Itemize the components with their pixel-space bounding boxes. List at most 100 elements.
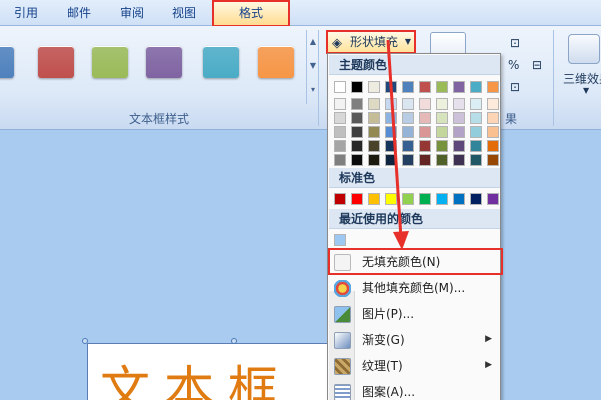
color-swatch[interactable] bbox=[402, 98, 414, 110]
color-swatch[interactable] bbox=[368, 98, 380, 110]
color-swatch[interactable] bbox=[487, 154, 499, 166]
3d-effects-label[interactable]: 三维效果 bbox=[563, 70, 601, 87]
color-swatch[interactable] bbox=[487, 98, 499, 110]
shape-style-swatch[interactable] bbox=[258, 46, 294, 78]
color-swatch[interactable] bbox=[470, 140, 482, 152]
color-swatch[interactable] bbox=[453, 98, 465, 110]
tab-review[interactable]: 审阅 bbox=[120, 5, 144, 21]
color-swatch[interactable] bbox=[487, 81, 499, 93]
color-swatch[interactable] bbox=[402, 126, 414, 138]
shape-style-swatch[interactable] bbox=[38, 46, 74, 78]
chevron-down-icon[interactable]: ▼ bbox=[583, 86, 589, 95]
color-swatch[interactable] bbox=[351, 140, 363, 152]
color-swatch[interactable] bbox=[385, 112, 397, 124]
color-swatch[interactable] bbox=[402, 81, 414, 93]
color-swatch[interactable] bbox=[351, 81, 363, 93]
color-swatch[interactable] bbox=[453, 126, 465, 138]
color-swatch[interactable] bbox=[351, 126, 363, 138]
color-swatch[interactable] bbox=[436, 193, 448, 205]
shape-style-swatch[interactable] bbox=[92, 46, 128, 78]
color-swatch[interactable] bbox=[419, 98, 431, 110]
color-swatch[interactable] bbox=[351, 193, 363, 205]
color-swatch[interactable] bbox=[368, 81, 380, 93]
color-swatch[interactable] bbox=[385, 98, 397, 110]
color-swatch[interactable] bbox=[436, 126, 448, 138]
color-swatch[interactable] bbox=[351, 98, 363, 110]
color-swatch[interactable] bbox=[487, 193, 499, 205]
color-swatch[interactable] bbox=[368, 112, 380, 124]
color-swatch[interactable] bbox=[453, 140, 465, 152]
color-swatch[interactable] bbox=[385, 193, 397, 205]
color-swatch[interactable] bbox=[385, 154, 397, 166]
color-swatch[interactable] bbox=[334, 193, 346, 205]
nudge-shadow-up-icon[interactable]: ⊡ bbox=[510, 36, 520, 50]
color-swatch[interactable] bbox=[402, 154, 414, 166]
tab-view[interactable]: 视图 bbox=[172, 5, 196, 21]
color-swatch[interactable] bbox=[351, 112, 363, 124]
color-swatch[interactable] bbox=[385, 81, 397, 93]
color-swatch[interactable] bbox=[334, 98, 346, 110]
menu-item-more-fill-colors[interactable]: 其他填充颜色(M)... bbox=[329, 276, 500, 301]
color-swatch[interactable] bbox=[487, 112, 499, 124]
color-swatch[interactable] bbox=[334, 81, 346, 93]
color-swatch[interactable] bbox=[470, 81, 482, 93]
color-swatch[interactable] bbox=[334, 126, 346, 138]
menu-item-pattern[interactable]: 图案(A)... bbox=[329, 380, 500, 400]
color-swatch[interactable] bbox=[470, 154, 482, 166]
shape-style-swatch[interactable] bbox=[146, 46, 182, 78]
color-swatch[interactable] bbox=[334, 112, 346, 124]
nudge-shadow-right-icon[interactable]: ⊟ bbox=[532, 58, 542, 72]
tab-mailings[interactable]: 邮件 bbox=[67, 5, 91, 21]
color-swatch[interactable] bbox=[402, 140, 414, 152]
color-swatch[interactable] bbox=[351, 154, 363, 166]
color-swatch[interactable] bbox=[436, 98, 448, 110]
color-swatch[interactable] bbox=[334, 234, 346, 246]
color-swatch[interactable] bbox=[436, 81, 448, 93]
3d-effects-icon[interactable] bbox=[568, 34, 600, 64]
color-swatch[interactable] bbox=[453, 81, 465, 93]
color-swatch[interactable] bbox=[436, 112, 448, 124]
shape-style-swatch[interactable] bbox=[203, 46, 239, 78]
menu-item-gradient[interactable]: 渐变(G) ▶ bbox=[329, 328, 500, 353]
color-swatch[interactable] bbox=[419, 81, 431, 93]
color-swatch[interactable] bbox=[334, 140, 346, 152]
color-swatch[interactable] bbox=[419, 126, 431, 138]
resize-handle[interactable] bbox=[82, 338, 88, 344]
paint-bucket-icon: ◈ bbox=[332, 36, 342, 51]
color-swatch[interactable] bbox=[470, 126, 482, 138]
resize-handle[interactable] bbox=[231, 338, 237, 344]
pattern-icon bbox=[334, 384, 351, 400]
color-swatch[interactable] bbox=[368, 126, 380, 138]
nudge-shadow-left-icon[interactable]: % bbox=[508, 58, 519, 72]
color-swatch[interactable] bbox=[419, 193, 431, 205]
color-swatch[interactable] bbox=[334, 154, 346, 166]
shape-fill-button[interactable]: ◈ 形状填充 ▼ bbox=[326, 30, 416, 54]
color-swatch[interactable] bbox=[402, 193, 414, 205]
color-swatch[interactable] bbox=[385, 126, 397, 138]
color-swatch[interactable] bbox=[487, 126, 499, 138]
tab-references[interactable]: 引用 bbox=[14, 5, 38, 21]
color-swatch[interactable] bbox=[453, 112, 465, 124]
color-swatch[interactable] bbox=[385, 140, 397, 152]
menu-item-picture[interactable]: 图片(P)... bbox=[329, 302, 500, 327]
color-swatch[interactable] bbox=[470, 193, 482, 205]
nudge-shadow-down-icon[interactable]: ⊡ bbox=[510, 80, 520, 94]
color-swatch[interactable] bbox=[419, 140, 431, 152]
color-swatch[interactable] bbox=[368, 154, 380, 166]
color-swatch[interactable] bbox=[470, 98, 482, 110]
color-swatch[interactable] bbox=[368, 193, 380, 205]
color-swatch[interactable] bbox=[419, 154, 431, 166]
color-swatch[interactable] bbox=[453, 193, 465, 205]
color-swatch[interactable] bbox=[368, 140, 380, 152]
color-swatch[interactable] bbox=[436, 154, 448, 166]
shape-style-swatch[interactable] bbox=[0, 46, 14, 78]
gradient-icon bbox=[334, 332, 351, 349]
color-swatch[interactable] bbox=[487, 140, 499, 152]
color-swatch[interactable] bbox=[402, 112, 414, 124]
color-swatch[interactable] bbox=[453, 154, 465, 166]
color-swatch[interactable] bbox=[470, 112, 482, 124]
style-gallery-scroller: ▲ ▼ ▾ bbox=[306, 30, 318, 104]
menu-item-texture[interactable]: 纹理(T) ▶ bbox=[329, 354, 500, 379]
color-swatch[interactable] bbox=[436, 140, 448, 152]
color-swatch[interactable] bbox=[419, 112, 431, 124]
